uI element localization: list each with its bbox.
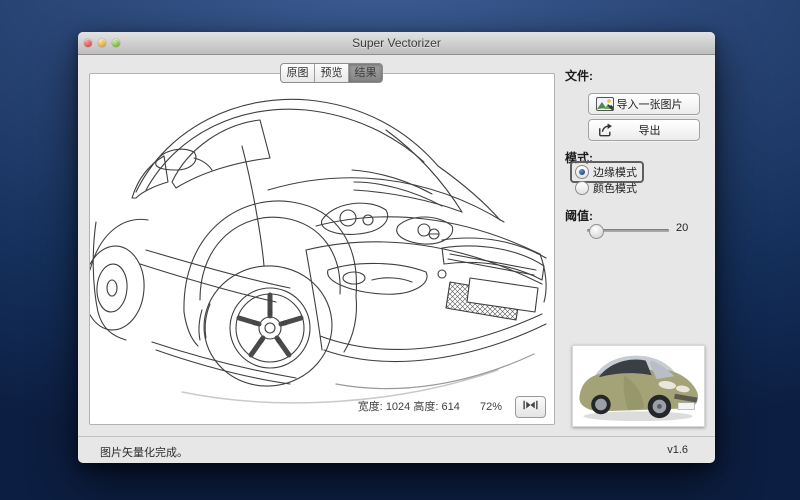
slider-thumb[interactable] <box>589 224 604 239</box>
import-image-button[interactable]: 导入一张图片 <box>588 93 700 115</box>
export-button[interactable]: 导出 <box>588 119 700 141</box>
threshold-value: 20 <box>676 222 688 234</box>
window-title: Super Vectorizer <box>78 32 715 54</box>
mode-color-label: 颜色模式 <box>593 180 637 196</box>
zoom-percent: 72% <box>480 401 502 413</box>
width-value: 1024 <box>386 401 410 413</box>
close-button[interactable] <box>84 39 92 47</box>
mode-edge-label: 边缘模式 <box>593 164 637 180</box>
threshold-section-label: 阈值: <box>565 207 593 224</box>
threshold-slider[interactable] <box>587 224 669 237</box>
tab-original[interactable]: 原图 <box>281 64 315 82</box>
status-message: 图片矢量化完成。 <box>100 444 188 460</box>
photo-import-icon <box>596 97 614 111</box>
version-label: v1.6 <box>667 444 688 456</box>
original-image-thumbnail <box>572 345 705 427</box>
export-arrow-icon <box>596 123 614 137</box>
title-bar[interactable]: Super Vectorizer <box>78 32 715 55</box>
tab-preview[interactable]: 预览 <box>315 64 349 82</box>
fit-to-window-button[interactable] <box>515 396 546 418</box>
mode-radio-color[interactable]: 颜色模式 <box>575 180 637 196</box>
radio-unselected-icon[interactable] <box>575 181 589 195</box>
radio-selected-icon[interactable] <box>575 165 589 179</box>
height-value: 614 <box>441 401 459 413</box>
import-button-label: 导入一张图片 <box>614 96 685 112</box>
window-content: 宽度: 1024 高度: 614 72% <box>78 55 715 463</box>
zoom-button[interactable] <box>112 39 120 47</box>
result-canvas: 宽度: 1024 高度: 614 72% <box>89 73 555 425</box>
vectorized-car-drawing <box>90 74 554 424</box>
tab-result[interactable]: 结果 <box>349 64 382 82</box>
minimize-button[interactable] <box>98 39 106 47</box>
width-label: 宽度: <box>358 401 383 413</box>
fit-to-window-icon <box>522 398 539 416</box>
image-dimensions: 宽度: 1024 高度: 614 72% <box>358 398 502 414</box>
desktop-background: Super Vectorizer <box>0 0 800 500</box>
view-tabs: 原图 预览 结果 <box>280 63 383 83</box>
app-window: Super Vectorizer <box>78 32 715 463</box>
file-section-label: 文件: <box>565 67 593 84</box>
height-label: 高度: <box>413 401 438 413</box>
status-bar: 图片矢量化完成。 v1.6 <box>78 436 715 463</box>
export-button-label: 导出 <box>614 122 685 138</box>
